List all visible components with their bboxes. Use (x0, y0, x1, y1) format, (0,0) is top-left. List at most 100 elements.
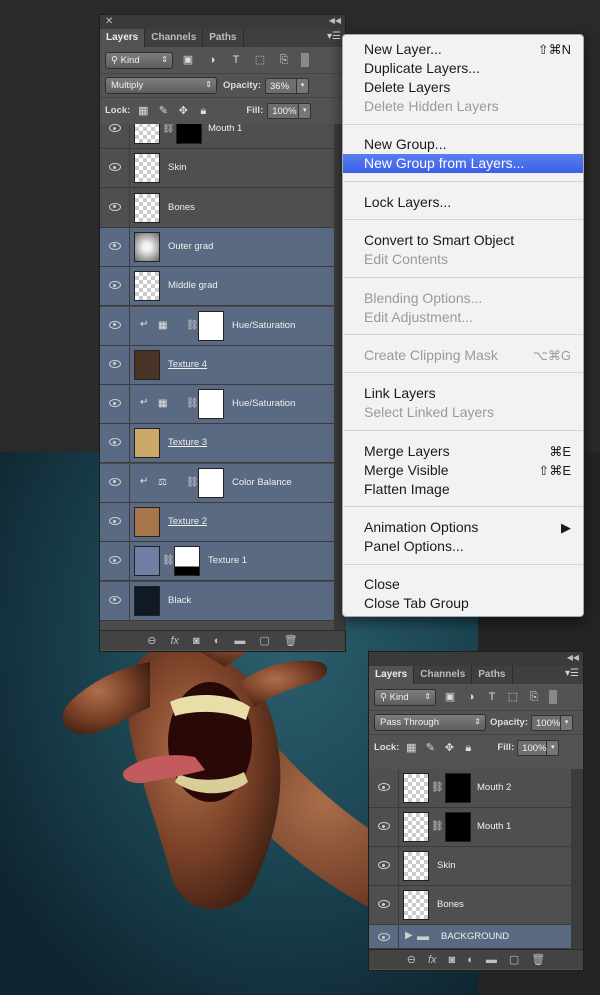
adjustment-layer-icon[interactable]: ◐ (214, 635, 221, 647)
panel-titlebar[interactable]: ✕ ◀◀ (100, 15, 345, 29)
eye-icon[interactable] (109, 595, 121, 604)
visibility-toggle[interactable] (369, 847, 399, 885)
chain-link-icon[interactable]: ⛓ (186, 398, 199, 409)
menu-item[interactable]: Convert to Smart Object (343, 231, 583, 250)
menu-item[interactable]: Merge Layers ⌘E (343, 442, 583, 461)
tab-channels[interactable]: Channels (414, 666, 473, 684)
filter-toggle-icon[interactable] (549, 690, 557, 704)
link-layers-icon[interactable]: ⊖ (407, 953, 416, 966)
layer-thumbnail[interactable] (134, 585, 160, 616)
eye-icon[interactable] (109, 438, 121, 447)
lock-all-icon[interactable]: 🔒︎ (459, 740, 477, 756)
layer-thumbnail[interactable] (198, 310, 224, 341)
eye-icon[interactable] (378, 933, 390, 941)
layer-thumbnail[interactable] (403, 890, 429, 920)
visibility-toggle[interactable] (369, 808, 399, 846)
tab-paths[interactable]: Paths (472, 666, 513, 684)
lock-transparent-icon[interactable]: ▦ (402, 740, 420, 756)
new-group-icon[interactable]: ▬ (234, 635, 245, 647)
layer-row[interactable]: Black (100, 581, 334, 621)
eye-icon[interactable] (109, 320, 121, 329)
chain-link-icon[interactable]: ⛓ (186, 320, 199, 331)
fill-slider-toggle[interactable]: ▾ (299, 102, 312, 119)
layer-row[interactable]: Texture 4 (100, 345, 334, 385)
lock-transparent-icon[interactable]: ▦ (134, 103, 152, 119)
link-layers-icon[interactable]: ⊖ (147, 634, 156, 647)
layer-row[interactable]: Middle grad (100, 267, 334, 307)
eye-icon[interactable] (109, 281, 121, 290)
eye-icon[interactable] (109, 399, 121, 408)
menu-item[interactable]: New Group from Layers... (343, 154, 583, 173)
chain-link-icon[interactable]: ⛓ (431, 782, 444, 793)
visibility-toggle[interactable] (100, 385, 130, 424)
pixel-filter-icon[interactable]: ▣ (441, 689, 459, 705)
layer-row[interactable]: ↵ ▦ ⛓ Hue/Saturation (100, 306, 334, 346)
menu-item[interactable]: Close (343, 575, 583, 594)
lock-image-icon[interactable]: ✎ (154, 103, 172, 119)
panel-titlebar-secondary[interactable]: ◀◀ (369, 652, 583, 666)
adjustment-filter-icon[interactable]: ◑ (462, 689, 480, 705)
layer-group-row[interactable]: ▶ ▬ BACKGROUND (369, 925, 571, 949)
lock-image-icon[interactable]: ✎ (421, 740, 439, 756)
visibility-toggle[interactable] (100, 149, 130, 188)
layer-mask-thumbnail[interactable] (174, 546, 200, 577)
chain-link-icon[interactable]: ⛓ (431, 821, 444, 832)
eye-icon[interactable] (378, 822, 390, 830)
delete-layer-icon[interactable]: 🗑︎ (531, 953, 545, 966)
visibility-toggle[interactable] (100, 124, 130, 148)
layer-thumbnail[interactable] (403, 773, 429, 803)
menu-item[interactable]: New Layer... ⇧⌘N (343, 40, 583, 59)
layer-thumbnail[interactable] (134, 124, 160, 144)
layer-thumbnail[interactable] (134, 507, 160, 537)
visibility-toggle[interactable] (369, 925, 399, 948)
layer-row[interactable]: ⛓ Mouth 2 (369, 769, 571, 808)
new-layer-icon[interactable]: ▢ (259, 634, 269, 647)
eye-icon[interactable] (109, 163, 121, 172)
menu-item[interactable]: Animation Options ▶ (343, 518, 583, 537)
layers-scrollbar-secondary[interactable] (571, 769, 583, 949)
visibility-toggle[interactable] (100, 227, 130, 266)
layer-row[interactable]: ⛓ Mouth 1 (369, 808, 571, 847)
visibility-toggle[interactable] (100, 542, 130, 581)
shape-filter-icon[interactable]: ⬚ (251, 52, 269, 68)
eye-icon[interactable] (378, 900, 390, 908)
filter-kind-dropdown[interactable]: ⚲ Kind ⇕ (374, 688, 436, 706)
tab-paths[interactable]: Paths (203, 29, 244, 47)
opacity-input[interactable]: 100% (531, 714, 562, 731)
visibility-toggle[interactable] (100, 345, 130, 384)
layer-row[interactable]: Outer grad (100, 227, 334, 267)
pixel-filter-icon[interactable]: ▣ (179, 52, 197, 68)
layer-thumbnail[interactable] (134, 192, 160, 223)
layer-thumbnail[interactable] (134, 349, 160, 380)
layer-row[interactable]: Texture 3 (100, 424, 334, 464)
fill-input[interactable]: 100% (517, 739, 548, 756)
eye-icon[interactable] (109, 124, 121, 132)
new-group-icon[interactable]: ▬ (486, 954, 497, 966)
filter-toggle-icon[interactable] (301, 53, 309, 67)
lock-all-icon[interactable]: 🔒︎ (194, 103, 212, 119)
add-mask-icon[interactable]: ◙ (449, 954, 456, 966)
layer-thumbnail[interactable] (198, 389, 224, 420)
shape-filter-icon[interactable]: ⬚ (504, 689, 522, 705)
filter-kind-dropdown[interactable]: ⚲ Kind ⇕ (105, 51, 173, 69)
layer-mask-thumbnail[interactable] (176, 124, 202, 144)
layer-thumbnail[interactable] (198, 467, 224, 498)
chain-link-icon[interactable]: ⛓ (162, 124, 175, 134)
layer-thumbnail[interactable] (403, 812, 429, 842)
layer-thumbnail[interactable] (134, 271, 160, 302)
visibility-toggle[interactable] (100, 188, 130, 227)
tab-layers[interactable]: Layers (100, 29, 146, 47)
fill-slider-toggle[interactable]: ▾ (547, 739, 560, 756)
layer-row[interactable]: Skin (369, 847, 571, 886)
visibility-toggle[interactable] (100, 306, 130, 345)
menu-item[interactable]: Flatten Image (343, 480, 583, 499)
fill-input[interactable]: 100% (267, 102, 300, 119)
blend-mode-dropdown[interactable]: Multiply ⇕ (105, 77, 217, 94)
collapse-icon[interactable]: ◀◀ (567, 653, 579, 662)
smart-object-filter-icon[interactable]: ⎘ (275, 52, 293, 68)
eye-icon[interactable] (109, 202, 121, 211)
menu-item[interactable]: New Group... (343, 135, 583, 154)
layer-mask-thumbnail[interactable] (445, 812, 471, 842)
blend-mode-dropdown[interactable]: Pass Through ⇕ (374, 714, 486, 731)
opacity-slider-toggle[interactable]: ▾ (297, 77, 310, 94)
